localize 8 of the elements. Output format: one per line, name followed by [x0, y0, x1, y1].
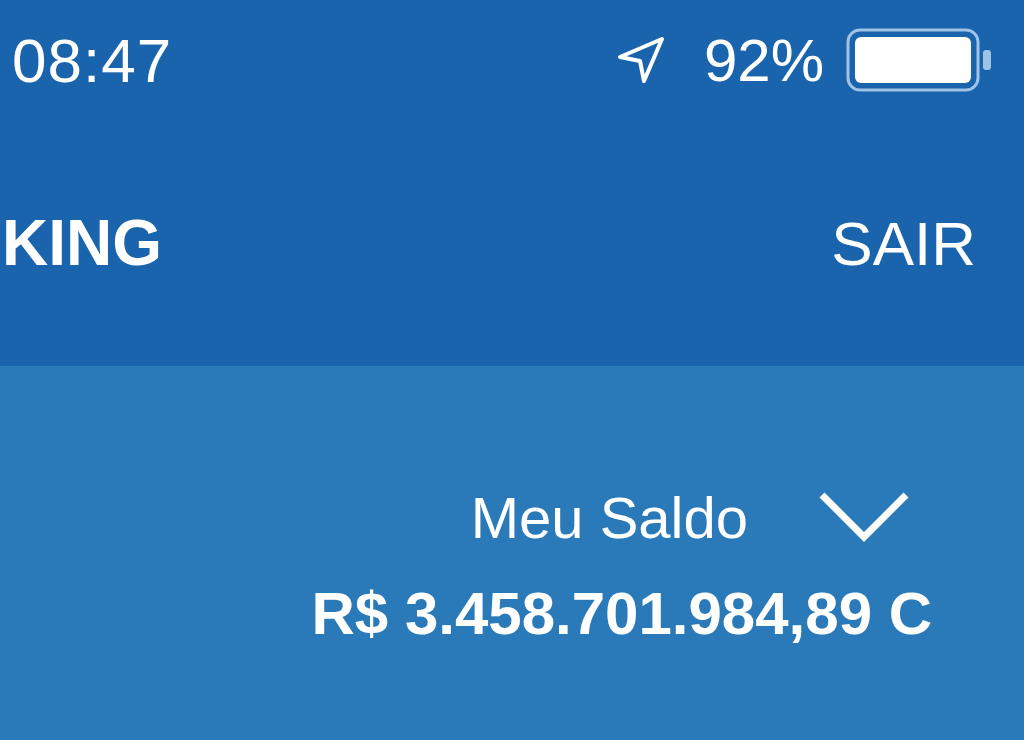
balance-amount: R$ 3.458.701.984,89 C: [311, 579, 932, 648]
logout-button[interactable]: SAIR: [831, 207, 976, 279]
battery-percentage: 92%: [703, 25, 824, 95]
balance-label: Meu Saldo: [470, 484, 748, 551]
app-title: KING: [2, 206, 162, 280]
location-arrow-icon: [615, 35, 666, 85]
battery-icon: [846, 28, 994, 92]
status-time: 08:47: [12, 24, 173, 96]
